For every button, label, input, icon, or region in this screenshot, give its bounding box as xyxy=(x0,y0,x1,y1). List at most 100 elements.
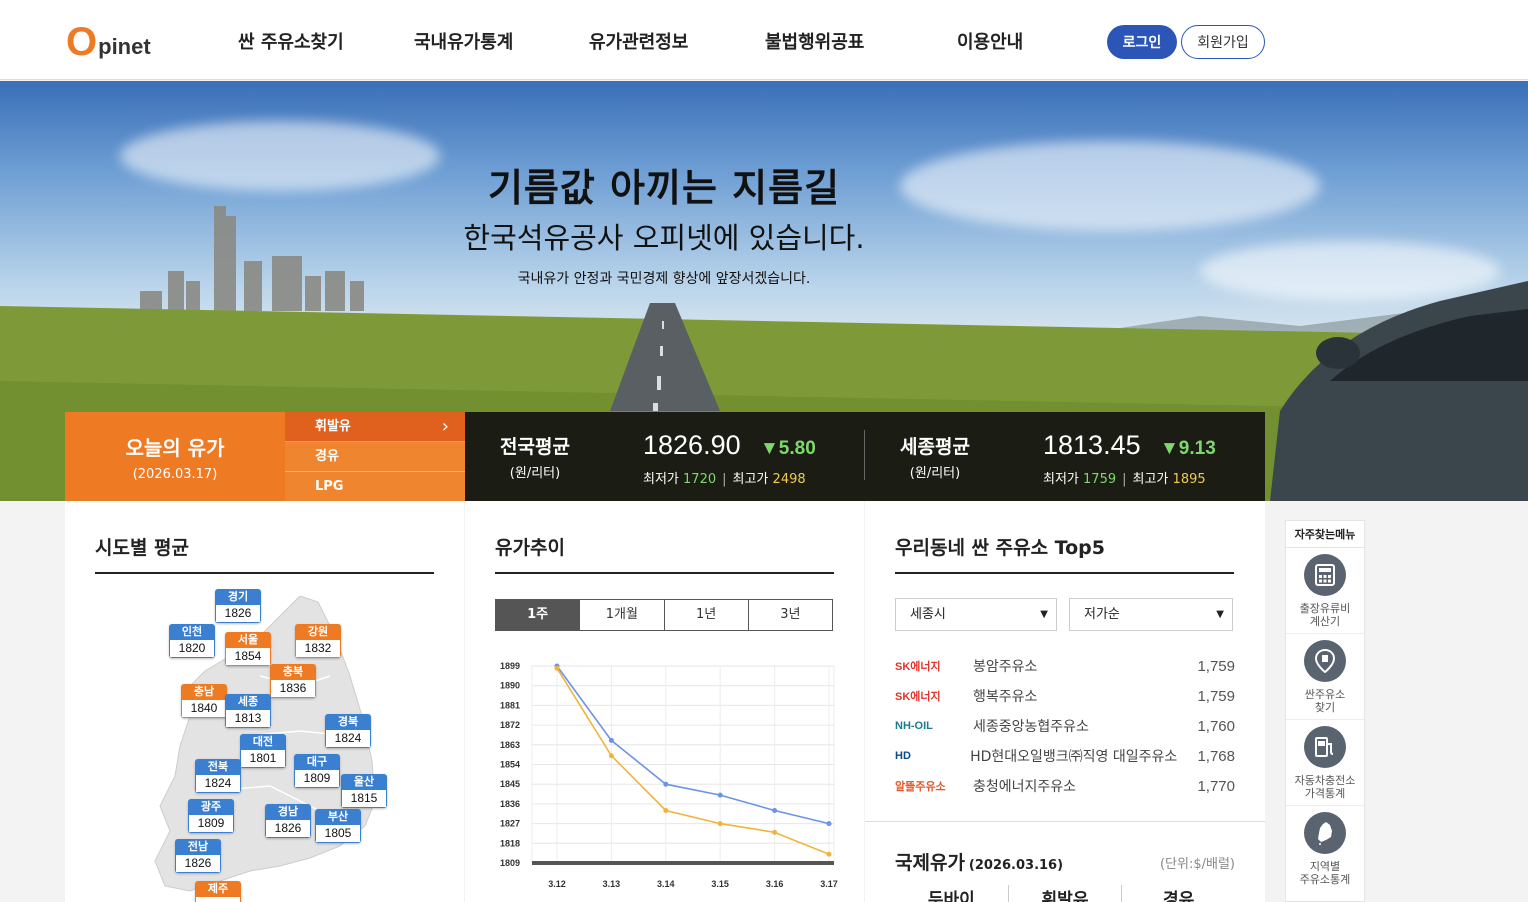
y-tick-label: 1845 xyxy=(500,779,520,789)
separator: | xyxy=(1122,472,1127,487)
period-3year[interactable]: 3년 xyxy=(747,600,832,630)
sort-select-value: 저가순 xyxy=(1084,607,1120,622)
quick-find-cheap-station[interactable]: 싼주유소 찾기 xyxy=(1286,634,1364,720)
intl-columns: 두바이 휘발유 경유 xyxy=(895,885,1235,902)
title-underline xyxy=(495,572,834,574)
station-name: 행복주유소 xyxy=(973,689,1038,705)
x-tick-label: 3.16 xyxy=(766,879,784,889)
region-tag[interactable]: 서울 1854 xyxy=(225,632,271,666)
quick-regional-station-stats[interactable]: 지역별 주유소통계 xyxy=(1286,806,1364,892)
opinet-logo[interactable]: O pinet xyxy=(66,20,151,62)
period-1year[interactable]: 1년 xyxy=(663,600,748,630)
region-tag[interactable]: 경기 1826 xyxy=(215,589,261,623)
price-trend-panel: 유가추이 1주 1개월 1년 3년 1899 1890 1881 1872 1863 18… xyxy=(465,501,864,902)
region-tag[interactable]: 세종 1813 xyxy=(225,694,271,728)
top5-panel: 우리동네 싼 주유소 Top5 세종시 ▼ 저가순 ▼ SK에너지 봉암주유소 1,… xyxy=(865,501,1265,902)
intl-price-title: 국제유가 (2026.03.16) xyxy=(895,848,1063,875)
region-tag[interactable]: 전남 1826 xyxy=(175,839,221,873)
period-1week[interactable]: 1주 xyxy=(496,600,580,630)
region-name: 대구 xyxy=(294,754,340,770)
min-value: 1720 xyxy=(683,472,717,487)
region-tag[interactable]: 경북 1824 xyxy=(325,714,371,748)
period-1month[interactable]: 1개월 xyxy=(579,600,663,630)
quick-menu: 자주찾는메뉴 출장유류비 계산기 싼주유소 찾기 자동차충전소 가격통계 지역별… xyxy=(1285,520,1365,902)
region-tag[interactable]: 제주 xyxy=(195,881,241,902)
station-row[interactable]: NH-OIL 세종중앙농협주유소 1,760 xyxy=(895,711,1235,741)
station-price: 1,760 xyxy=(1197,717,1235,735)
nav-guide[interactable]: 이용안내 xyxy=(957,28,1023,54)
login-button[interactable]: 로그인 xyxy=(1107,25,1177,59)
intl-title-text: 국제유가 xyxy=(895,852,965,874)
region-tag[interactable]: 충북 1836 xyxy=(270,664,316,698)
station-name: 충청에너지주유소 xyxy=(973,779,1077,795)
station-price: 1,768 xyxy=(1197,747,1235,765)
intl-col-gasoline[interactable]: 휘발유 xyxy=(1007,885,1122,902)
tab-lpg[interactable]: LPG xyxy=(285,472,465,502)
station-row[interactable]: 알뜰주유소 충청에너지주유소 1,770 xyxy=(895,771,1235,801)
nav-price-info[interactable]: 유가관련정보 xyxy=(589,28,688,54)
region-name: 경기 xyxy=(215,589,261,605)
region-tag[interactable]: 경남 1826 xyxy=(265,804,311,838)
max-value: 1895 xyxy=(1172,472,1206,487)
korea-map-icon xyxy=(1304,812,1346,854)
average-unit: (원/리터) xyxy=(509,466,561,481)
region-price: 1840 xyxy=(181,700,227,718)
chevron-right-icon: › xyxy=(441,416,449,437)
station-row[interactable]: HD HD현대오일뱅크㈜직영 대일주유소 1,768 xyxy=(895,741,1235,771)
title-underline xyxy=(895,572,1234,574)
region-price: 1826 xyxy=(175,855,221,873)
region-price: 1809 xyxy=(294,770,340,788)
data-point xyxy=(772,829,778,835)
y-tick-label: 1827 xyxy=(500,819,520,829)
nav-find-cheap-station[interactable]: 싼 주유소찾기 xyxy=(238,28,344,54)
intl-unit: (단위:$/배럴) xyxy=(1159,857,1235,872)
tab-label: 경유 xyxy=(315,449,339,464)
join-button[interactable]: 회원가입 xyxy=(1181,25,1265,59)
region-tag[interactable]: 전북 1824 xyxy=(195,759,241,793)
brand-logo: SK에너지 xyxy=(895,661,941,673)
average-unit: (원/리터) xyxy=(909,466,961,481)
region-select-value: 세종시 xyxy=(910,607,946,622)
tab-diesel[interactable]: 경유 xyxy=(285,442,465,472)
nav-illegal-disclosure[interactable]: 불법행위공표 xyxy=(765,28,864,54)
y-tick-label: 1854 xyxy=(500,760,520,770)
national-average: 전국평균 (원/리터) 1826.90 ▼5.80 최저가 1720 | 최고가 2… xyxy=(465,412,865,501)
region-tag[interactable]: 대구 1809 xyxy=(294,754,340,788)
sort-select[interactable]: 저가순 ▼ xyxy=(1069,598,1233,631)
quick-charger-price-stats[interactable]: 자동차충전소 가격통계 xyxy=(1286,720,1364,806)
quick-trip-fuel-calculator[interactable]: 출장유류비 계산기 xyxy=(1286,548,1364,634)
nav-domestic-price-stats[interactable]: 국내유가통계 xyxy=(414,28,513,54)
region-select[interactable]: 세종시 ▼ xyxy=(895,598,1057,631)
intl-col-diesel[interactable]: 경유 xyxy=(1121,885,1235,902)
region-tag[interactable]: 부산 1805 xyxy=(315,809,361,843)
region-price: 1824 xyxy=(195,775,241,793)
region-price: 1832 xyxy=(295,640,341,658)
average-change: ▼5.80 xyxy=(760,438,816,459)
hero-description: 국내유가 안정과 국민경제 향상에 앞장서겠습니다. xyxy=(517,271,811,287)
region-name: 부산 xyxy=(315,809,361,825)
region-tag[interactable]: 인천 1820 xyxy=(169,624,215,658)
max-label: 최고가 xyxy=(1132,472,1169,487)
station-row[interactable]: SK에너지 행복주유소 1,759 xyxy=(895,681,1235,711)
region-price: 1836 xyxy=(270,680,316,698)
min-value: 1759 xyxy=(1083,472,1117,487)
station-name: 봉암주유소 xyxy=(973,659,1038,675)
region-tag[interactable]: 울산 1815 xyxy=(341,774,387,808)
station-name: 세종중앙농협주유소 xyxy=(973,719,1089,735)
price-trend-chart: 1899 1890 1881 1872 1863 1854 1845 1836 1827 1818… xyxy=(500,661,838,889)
data-point xyxy=(826,851,832,857)
region-tag[interactable]: 충남 1840 xyxy=(181,684,227,718)
region-name: 충남 xyxy=(181,684,227,700)
station-row[interactable]: SK에너지 봉암주유소 1,759 xyxy=(895,651,1235,681)
region-tag[interactable]: 광주 1809 xyxy=(188,799,234,833)
intl-col-dubai[interactable]: 두바이 xyxy=(895,885,1008,902)
region-name: 전남 xyxy=(175,839,221,855)
charger-icon xyxy=(1304,726,1346,768)
y-tick-label: 1881 xyxy=(500,700,520,710)
region-tag[interactable]: 강원 1832 xyxy=(295,624,341,658)
fuel-type-tabs: 휘발유 › 경유 LPG xyxy=(285,412,465,501)
region-tag[interactable]: 대전 1801 xyxy=(240,734,286,768)
brand-logo: SK에너지 xyxy=(895,691,941,703)
tab-gasoline[interactable]: 휘발유 › xyxy=(285,412,465,442)
average-label: 세종평균 xyxy=(900,436,970,458)
